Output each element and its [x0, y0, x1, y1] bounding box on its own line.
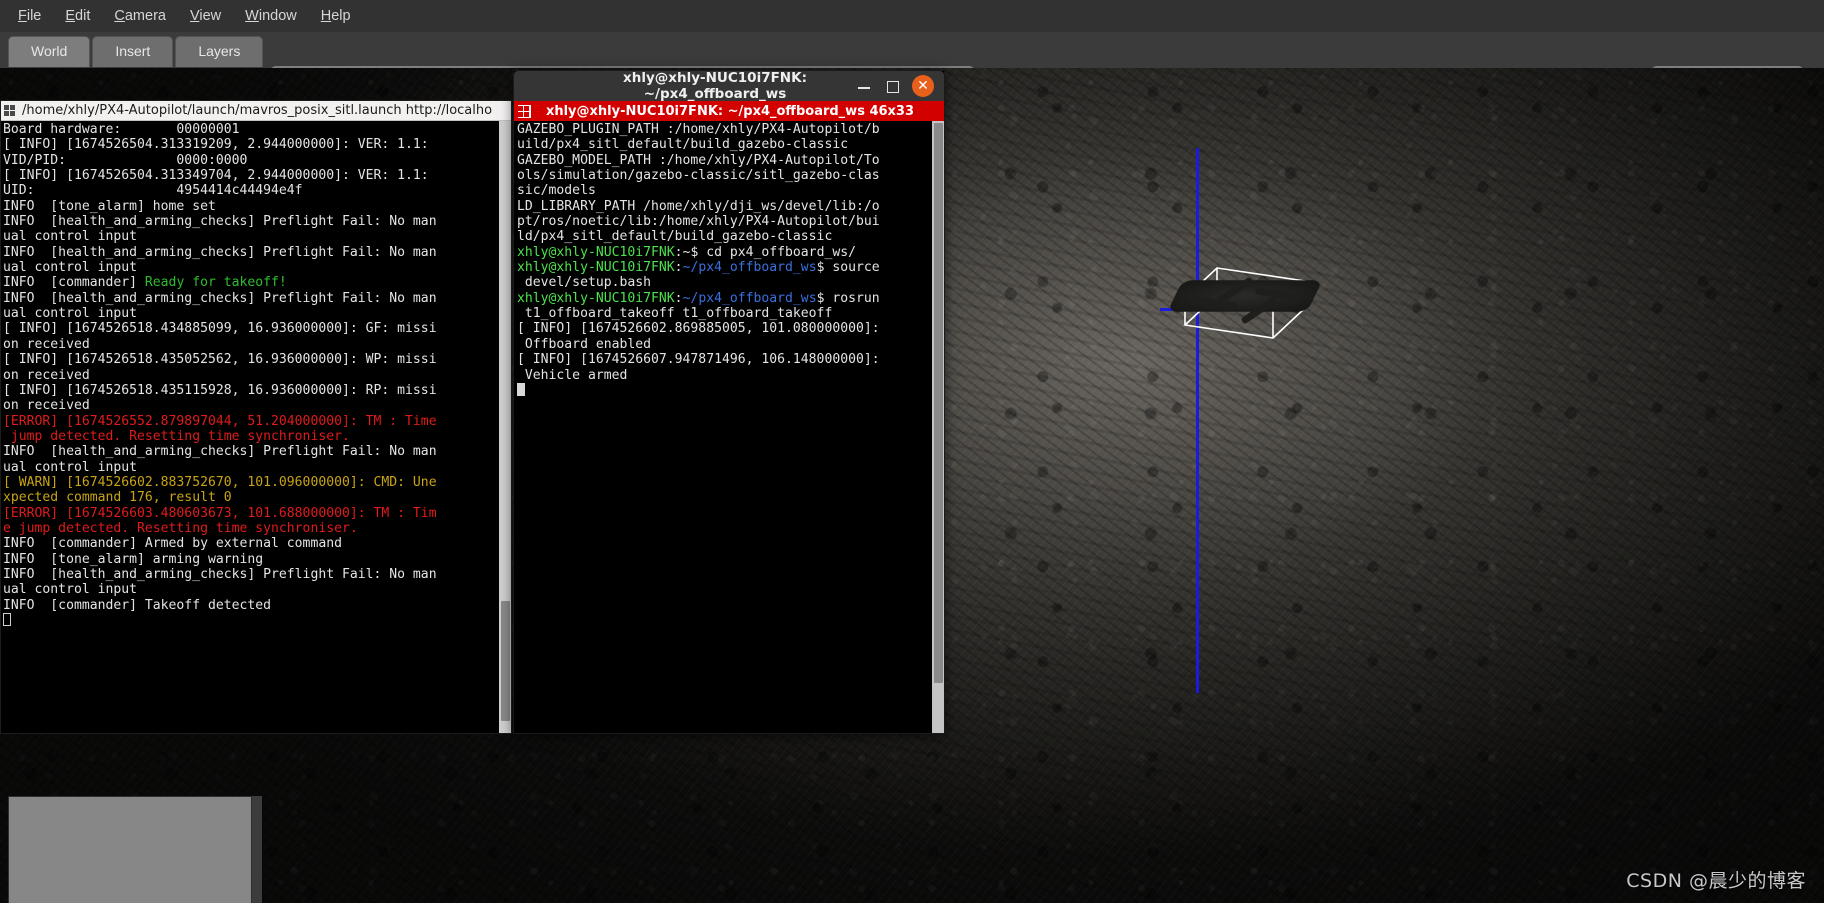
terminal-line: ual control input — [3, 459, 138, 475]
gazebo-app-window: File Edit Camera View Window Help World Insert… — [0, 0, 1824, 903]
terminal-line: xhly@xhly-NUC10i7FNK:~/px4_offboard_ws$ … — [517, 290, 880, 306]
bottom-left-panel-splitter[interactable] — [252, 796, 262, 903]
terminal-line: INFO [commander] Ready for takeoff! — [3, 275, 287, 291]
terminal-line: INFO [health_and_arming_checks] Prefligh… — [3, 244, 437, 260]
menu-file[interactable]: File — [6, 4, 53, 28]
window-controls: ✕ — [856, 75, 940, 97]
terminal-line: xpected command 176, result 0 — [3, 490, 232, 506]
terminal-window-offboard[interactable]: xhly@xhly-NUC10i7FNK: ~/px4_offboard_ws … — [513, 70, 945, 734]
terminal-line: on received — [3, 367, 90, 383]
terminal-line: sic/models — [517, 183, 596, 199]
terminal-line: on received — [3, 336, 90, 352]
terminal-cursor — [517, 382, 944, 398]
terminal-line: ual control input — [3, 306, 138, 322]
terminal-line: jump detected. Resetting time synchronis… — [3, 428, 350, 444]
terminal-line: ual control input — [3, 582, 138, 598]
terminal-line: UID: 4954414c44494e4f — [3, 183, 303, 199]
terminal-window-roslaunch[interactable]: /home/xhly/PX4-Autopilot/launch/mavros_p… — [0, 100, 512, 734]
terminal-line: devel/setup.bash — [517, 275, 652, 291]
offboard-scroll-thumb[interactable] — [934, 123, 943, 683]
terminal-line: [ WARN] [1674526602.883752670, 101.09600… — [3, 474, 437, 490]
terminal-line: VID/PID: 0000:0000 — [3, 152, 248, 168]
tab-layers[interactable]: Layers — [175, 36, 264, 67]
offboard-tab-title: xhly@xhly-NUC10i7FNK: ~/px4_offboard_ws … — [545, 103, 915, 119]
terminal-line: xhly@xhly-NUC10i7FNK:~$ cd px4_offboard_… — [517, 244, 856, 260]
terminal-line: [ INFO] [1674526518.435052562, 16.936000… — [3, 352, 437, 368]
terminal-line: GAZEBO_PLUGIN_PATH :/home/xhly/PX4-Autop… — [517, 122, 880, 137]
terminal-line: Offboard enabled — [517, 336, 652, 352]
terminal-tab-menu-icon[interactable] — [4, 104, 18, 118]
terminal-line: INFO [health_and_arming_checks] Prefligh… — [3, 566, 437, 582]
minimize-button[interactable] — [856, 78, 872, 94]
offboard-title-bar[interactable]: xhly@xhly-NUC10i7FNK: ~/px4_offboard_ws … — [514, 70, 944, 102]
terminal-line: [ INFO] [1674526518.435115928, 16.936000… — [3, 382, 437, 398]
terminal-line: [ INFO] [1674526504.313349704, 2.9440000… — [3, 168, 429, 184]
terminal-line: uild/px4_sitl_default/build_gazebo-class… — [517, 137, 849, 153]
terminal-line: e jump detected. Resetting time synchron… — [3, 520, 358, 536]
world-panel-tabs: World Insert Layers — [8, 36, 264, 67]
csdn-watermark: CSDN @晨少的博客 — [1626, 870, 1806, 892]
terminal-line: INFO [commander] Takeoff detected — [3, 597, 272, 613]
terminal-line: INFO [health_and_arming_checks] Prefligh… — [3, 444, 437, 460]
terminal-line: INFO [health_and_arming_checks] Prefligh… — [3, 214, 437, 230]
roslaunch-tab-title: /home/xhly/PX4-Autopilot/launch/mavros_p… — [22, 103, 493, 118]
terminal-line: GAZEBO_MODEL_PATH :/home/xhly/PX4-Autopi… — [517, 152, 880, 168]
menu-window[interactable]: Window — [233, 4, 309, 28]
terminal-tab-menu-icon-2[interactable] — [518, 104, 531, 118]
terminal-line: INFO [commander] Armed by external comma… — [3, 536, 342, 552]
terminal-line: [ INFO] [1674526518.434885099, 16.936000… — [3, 321, 437, 337]
tab-insert[interactable]: Insert — [92, 36, 174, 67]
terminal-line: on received — [3, 398, 90, 414]
menu-bar: File Edit Camera View Window Help — [0, 0, 1824, 32]
terminal-line: [ INFO] [1674526607.947871496, 106.14800… — [517, 352, 880, 368]
menu-help[interactable]: Help — [309, 4, 363, 28]
tab-world[interactable]: World — [8, 36, 91, 67]
maximize-button[interactable] — [884, 78, 900, 94]
offboard-tab-bar[interactable]: xhly@xhly-NUC10i7FNK: ~/px4_offboard_ws … — [514, 101, 944, 121]
menu-view[interactable]: View — [178, 4, 233, 28]
offboard-scrollbar[interactable] — [932, 121, 944, 733]
terminal-line: ld/px4_sitl_default/build_gazebo-classic — [517, 229, 833, 245]
terminal-line: [ERROR] [1674526552.879897044, 51.204000… — [3, 413, 437, 429]
roslaunch-tab-bar[interactable]: /home/xhly/PX4-Autopilot/launch/mavros_p… — [1, 101, 511, 121]
close-button[interactable]: ✕ — [912, 75, 934, 97]
terminal-line: Vehicle armed — [517, 367, 628, 383]
menu-camera[interactable]: Camera — [102, 4, 178, 28]
terminal-line: [ INFO] [1674526602.869885005, 101.08000… — [517, 321, 880, 337]
terminal-line: ols/simulation/gazebo-classic/sitl_gazeb… — [517, 168, 880, 184]
model-z-axis-line — [1196, 148, 1199, 693]
terminal-line: [ERROR] [1674526603.480603673, 101.68800… — [3, 505, 437, 521]
roslaunch-output: Board hardware: 00000001[ INFO] [1674526… — [1, 121, 511, 733]
terminal-line: [ INFO] [1674526504.313319209, 2.9440000… — [3, 137, 429, 153]
terminal-line: xhly@xhly-NUC10i7FNK:~/px4_offboard_ws$ … — [517, 260, 880, 276]
terminal-line: Board hardware: 00000001 — [3, 122, 240, 137]
terminal-line: t1_offboard_takeoff t1_offboard_takeoff — [517, 306, 833, 322]
menu-edit[interactable]: Edit — [53, 4, 102, 28]
terminal-line: ual control input — [3, 260, 138, 276]
bottom-left-panel[interactable] — [8, 796, 252, 903]
selected-model-iris[interactable] — [1155, 263, 1335, 343]
terminal-line: LD_LIBRARY_PATH /home/xhly/dji_ws/devel/… — [517, 198, 880, 214]
terminal-line: INFO [tone_alarm] arming warning — [3, 551, 264, 567]
roslaunch-scrollbar[interactable] — [499, 121, 511, 733]
terminal-line: INFO [health_and_arming_checks] Prefligh… — [3, 290, 437, 306]
roslaunch-scroll-thumb[interactable] — [501, 601, 510, 721]
offboard-window-title: xhly@xhly-NUC10i7FNK: ~/px4_offboard_ws — [623, 70, 807, 102]
terminal-line: ual control input — [3, 229, 138, 245]
terminal-line: pt/ros/noetic/lib:/home/xhly/PX4-Autopil… — [517, 214, 880, 230]
terminal-line: INFO [tone_alarm] home set — [3, 198, 216, 214]
panel-tab-row: World Insert Layers — [0, 32, 1824, 100]
terminal-cursor — [3, 613, 511, 628]
offboard-output: GAZEBO_PLUGIN_PATH :/home/xhly/PX4-Autop… — [514, 121, 944, 733]
